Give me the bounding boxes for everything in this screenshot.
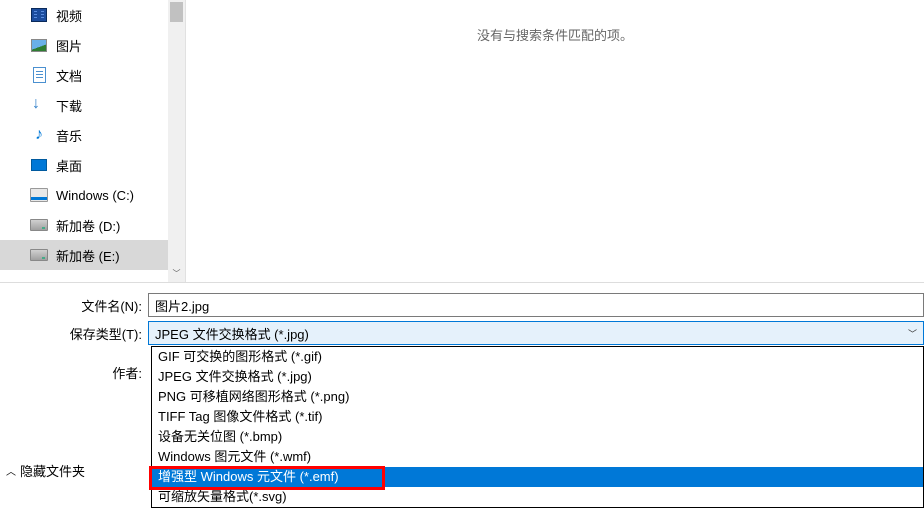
dropdown-option-tif[interactable]: TIFF Tag 图像文件格式 (*.tif) (152, 407, 923, 427)
filename-label: 文件名(N): (0, 296, 148, 315)
sidebar-item-drive-e[interactable]: 新加卷 (E:) (0, 240, 168, 270)
dropdown-option-jpg[interactable]: JPEG 文件交换格式 (*.jpg) (152, 367, 923, 387)
sidebar-item-label: 文档 (56, 66, 82, 85)
file-list-area: 没有与搜索条件匹配的项。 (186, 0, 924, 282)
sidebar-item-drive-d[interactable]: 新加卷 (D:) (0, 210, 168, 240)
drive-icon (30, 216, 48, 234)
sidebar-item-documents[interactable]: 文档 (0, 60, 168, 90)
empty-message: 没有与搜索条件匹配的项。 (477, 25, 633, 44)
sidebar-item-label: 新加卷 (E:) (56, 246, 120, 265)
scrollbar-down-icon[interactable]: ﹀ (168, 265, 185, 282)
drive-c-icon (30, 186, 48, 204)
video-icon (30, 6, 48, 24)
top-section: 视频 图片 文档 下载 ♪ 音乐 桌面 (0, 0, 924, 283)
sidebar-item-label: 图片 (56, 36, 82, 55)
dropdown-option-wmf[interactable]: Windows 图元文件 (*.wmf) (152, 447, 923, 467)
dropdown-option-emf[interactable]: 增强型 Windows 元文件 (*.emf) (152, 467, 923, 487)
document-icon (30, 66, 48, 84)
chevron-up-icon[interactable]: ︿ (6, 463, 16, 478)
sidebar-item-label: 下载 (56, 96, 82, 115)
sidebar-item-drive-c[interactable]: Windows (C:) (0, 180, 168, 210)
picture-icon (30, 36, 48, 54)
sidebar-item-desktop[interactable]: 桌面 (0, 150, 168, 180)
sidebar-item-downloads[interactable]: 下载 (0, 90, 168, 120)
scrollbar-thumb[interactable] (170, 2, 183, 22)
hide-folders-link[interactable]: 隐藏文件夹 (20, 461, 85, 480)
bottom-bar: ︿ 隐藏文件夹 (0, 461, 85, 480)
sidebar-item-label: 音乐 (56, 126, 82, 145)
dropdown-option-bmp[interactable]: 设备无关位图 (*.bmp) (152, 427, 923, 447)
music-icon: ♪ (30, 126, 48, 144)
savetype-value: JPEG 文件交换格式 (*.jpg) (155, 324, 309, 343)
savetype-label: 保存类型(T): (0, 324, 148, 343)
sidebar-item-label: 视频 (56, 6, 82, 25)
sidebar-item-music[interactable]: ♪ 音乐 (0, 120, 168, 150)
dropdown-option-gif[interactable]: GIF 可交换的图形格式 (*.gif) (152, 347, 923, 367)
dropdown-option-png[interactable]: PNG 可移植网络图形格式 (*.png) (152, 387, 923, 407)
savetype-dropdown: GIF 可交换的图形格式 (*.gif) JPEG 文件交换格式 (*.jpg)… (151, 346, 924, 508)
drive-icon (30, 246, 48, 264)
sidebar-item-label: Windows (C:) (56, 188, 134, 203)
author-label: 作者: (0, 363, 148, 382)
sidebar-item-label: 桌面 (56, 156, 82, 175)
download-icon (30, 96, 48, 114)
sidebar-scrollbar[interactable]: ﹀ (168, 0, 185, 282)
sidebar-item-pictures[interactable]: 图片 (0, 30, 168, 60)
sidebar-item-label: 新加卷 (D:) (56, 216, 120, 235)
dropdown-option-svg[interactable]: 可缩放矢量格式(*.svg) (152, 487, 923, 507)
navigation-sidebar: 视频 图片 文档 下载 ♪ 音乐 桌面 (0, 0, 186, 282)
sidebar-item-videos[interactable]: 视频 (0, 0, 168, 30)
filename-input[interactable] (148, 293, 924, 317)
desktop-icon (30, 156, 48, 174)
chevron-down-icon: ﹀ (908, 327, 917, 340)
savetype-select[interactable]: JPEG 文件交换格式 (*.jpg) ﹀ (148, 321, 924, 345)
